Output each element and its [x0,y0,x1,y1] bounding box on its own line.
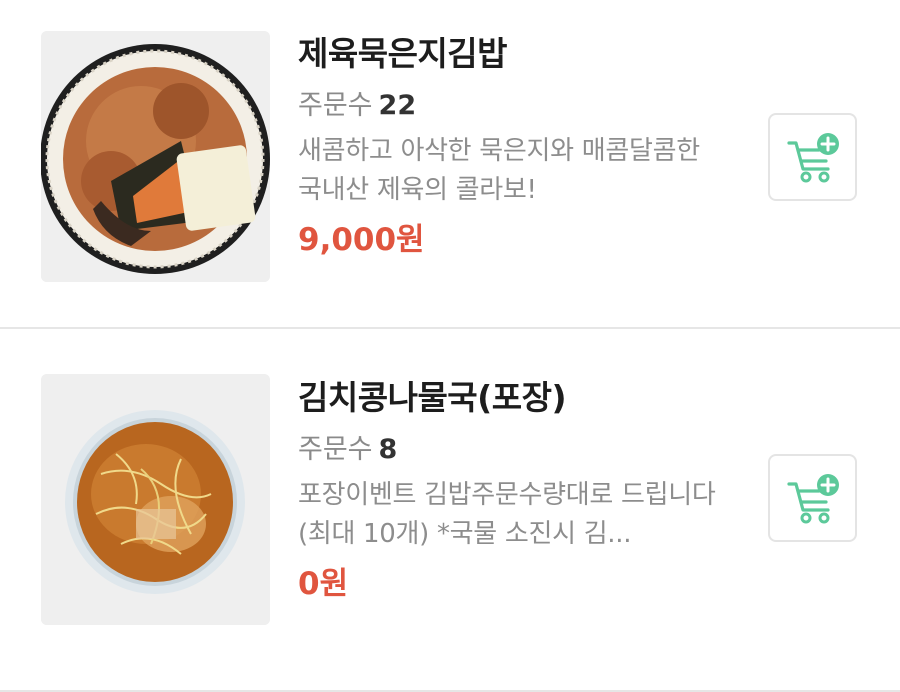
menu-item-description: 포장이벤트 김밥주문수량대로 드립니다(최대 10개) *국물 소진시 김... [298,480,716,549]
order-count: 주문수 22 [298,88,728,124]
menu-item-image[interactable] [41,374,270,625]
menu-item-name: 김치콩나물국(포장) [298,378,567,417]
soup-image [41,374,270,625]
order-count-value: 22 [378,90,417,121]
menu-item-name: 제육묵은지김밥 [298,34,508,73]
menu-item-info: 제육묵은지김밥 주문수 22 새콤하고 아삭한 묵은지와 매콤달콤한 국내산 제육… [298,30,728,262]
cart-plus-icon [787,474,839,524]
menu-item-info: 김치콩나물국(포장) 주문수 8 포장이벤트 김밥주문수량대로 드립니다(최대 1… [298,374,728,606]
menu-item-price: 9,000원 [298,222,425,258]
add-to-cart-button[interactable] [768,454,857,542]
order-count: 주문수 8 [298,432,728,468]
menu-item[interactable]: 제육묵은지김밥 주문수 22 새콤하고 아삭한 묵은지와 매콤달콤한 국내산 제육… [0,0,900,327]
menu-item[interactable]: 김치콩나물국(포장) 주문수 8 포장이벤트 김밥주문수량대로 드립니다(최대 1… [0,329,900,690]
add-to-cart-button[interactable] [768,113,857,201]
menu-item-image[interactable] [41,31,270,282]
menu-item-price: 0원 [298,566,349,602]
order-count-value: 8 [378,434,398,465]
order-count-label: 주문수 [298,434,373,465]
order-count-label: 주문수 [298,90,373,121]
kimbap-image [41,31,270,282]
menu-item-description: 새콤하고 아삭한 묵은지와 매콤달콤한 국내산 제육의 콜라보! [298,136,700,205]
cart-plus-icon [787,133,839,183]
